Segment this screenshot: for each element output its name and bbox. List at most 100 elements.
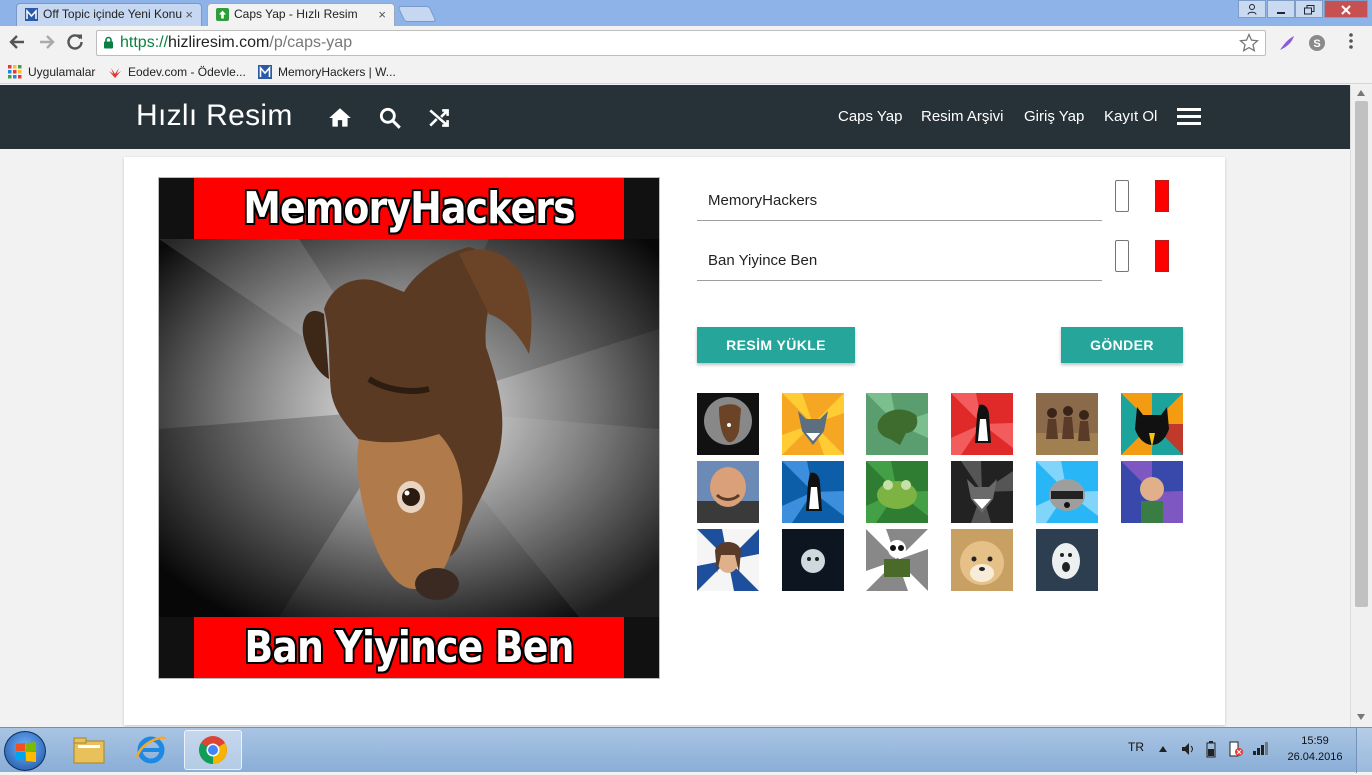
top-text-color-picker[interactable] <box>1115 180 1129 212</box>
close-icon <box>1341 5 1351 15</box>
site-logo[interactable]: Hızlı Resim <box>136 99 293 133</box>
clock-date: 26.04.2016 <box>1287 751 1343 763</box>
more-vert-icon <box>1349 33 1353 49</box>
chrome-menu-icon[interactable] <box>1344 32 1358 50</box>
top-bg-color-picker[interactable] <box>1155 180 1169 212</box>
tab-title: Caps Yap - Hızlı Resim <box>234 7 358 21</box>
action-center-icon[interactable] <box>1228 740 1244 758</box>
depression-dog-image <box>159 239 659 617</box>
memoryhackers-logo-icon <box>258 65 272 79</box>
url-path: /p/caps-yap <box>269 34 353 51</box>
top-text-input[interactable] <box>697 185 1097 215</box>
tab-strip: Off Topic içinde Yeni Konu × Caps Yap - … <box>0 0 1372 26</box>
upload-image-button[interactable]: RESİM YÜKLE <box>697 327 855 363</box>
tray-expand-icon[interactable] <box>1158 745 1168 753</box>
template-good-guy-greg[interactable] <box>697 461 759 523</box>
chrome-icon <box>199 736 227 764</box>
tab-off-topic[interactable]: Off Topic içinde Yeni Konu × <box>16 3 202 26</box>
bottom-text-color-picker[interactable] <box>1115 240 1129 272</box>
folder-icon <box>73 737 105 764</box>
template-business-cat[interactable] <box>1121 393 1183 455</box>
caps-editor-card: MemoryHackers Ban Yiyince Ben RESİM YÜKL… <box>124 157 1225 725</box>
bookmark-eodev[interactable]: Eodev.com - Ödevle... <box>108 64 246 80</box>
tab-caps-yap[interactable]: Caps Yap - Hızlı Resim × <box>207 3 395 26</box>
template-socially-awesome-penguin[interactable] <box>782 461 844 523</box>
bookmark-apps[interactable]: Uygulamalar <box>8 64 95 80</box>
apps-grid-icon <box>8 65 22 79</box>
url-host: hizliresim.com <box>168 34 270 51</box>
taskbar-explorer[interactable] <box>60 730 118 770</box>
start-button[interactable] <box>4 731 46 771</box>
tab-close-icon[interactable]: × <box>185 4 193 25</box>
internet-explorer-icon <box>135 736 167 764</box>
template-confession-raccoon[interactable] <box>1036 461 1098 523</box>
battery-icon[interactable] <box>1206 740 1216 758</box>
template-success-kid[interactable] <box>1121 461 1183 523</box>
template-depression-dog[interactable] <box>697 393 759 455</box>
template-courage-wolf[interactable] <box>782 393 844 455</box>
network-signal-icon[interactable] <box>1252 741 1270 755</box>
template-socially-awkward-penguin[interactable] <box>951 393 1013 455</box>
address-bar[interactable]: https://hizliresim.com/p/caps-yap <box>96 30 1266 56</box>
taskbar-chrome[interactable] <box>184 730 242 770</box>
home-icon[interactable] <box>327 105 353 131</box>
skype-extension-icon[interactable]: S <box>1308 34 1326 52</box>
meme-bottom-text: Ban Yiyince Ben <box>194 617 624 678</box>
meme-preview: MemoryHackers Ban Yiyince Ben <box>158 177 660 679</box>
template-forever-alone[interactable] <box>782 529 844 591</box>
meme-top-text: MemoryHackers <box>194 178 624 239</box>
window-close-button[interactable] <box>1324 0 1368 18</box>
minimize-button[interactable] <box>1267 0 1295 18</box>
template-foul-bachelor-frog[interactable] <box>866 461 928 523</box>
scroll-down-icon[interactable] <box>1356 713 1366 721</box>
reload-icon[interactable] <box>64 32 86 52</box>
send-button[interactable]: GÖNDER <box>1061 327 1183 363</box>
windows-taskbar: TR 15:59 26.04.2016 <box>0 727 1372 773</box>
template-dancing-kids[interactable] <box>1036 393 1098 455</box>
url-scheme: https:// <box>120 34 169 51</box>
forward-icon[interactable] <box>36 32 58 52</box>
bookmark-star-icon[interactable] <box>1239 33 1259 53</box>
template-philosoraptor[interactable] <box>866 393 928 455</box>
bottom-bg-color-picker[interactable] <box>1155 240 1169 272</box>
template-overly-attached-girlfriend[interactable] <box>697 529 759 591</box>
nav-resim-arsivi[interactable]: Resim Arşivi <box>921 108 1004 125</box>
tab-close-icon[interactable]: × <box>378 4 386 25</box>
show-desktop-button[interactable] <box>1356 728 1372 773</box>
svg-text:S: S <box>1313 38 1320 50</box>
bookmark-memoryhackers[interactable]: MemoryHackers | W... <box>258 64 396 80</box>
template-doge[interactable] <box>951 529 1013 591</box>
hamburger-menu-icon[interactable] <box>1177 108 1201 126</box>
nav-giris-yap[interactable]: Giriş Yap <box>1024 108 1084 125</box>
search-icon[interactable] <box>377 105 403 131</box>
shuffle-icon[interactable] <box>427 105 453 131</box>
top-text-field <box>697 179 1102 221</box>
back-icon[interactable] <box>6 32 28 52</box>
bookmarks-bar: Uygulamalar Eodev.com - Ödevle... Memory… <box>0 60 1372 84</box>
system-clock[interactable]: 15:59 26.04.2016 <box>1286 733 1344 765</box>
scroll-up-icon[interactable] <box>1356 89 1366 97</box>
tab-title: Off Topic içinde Yeni Konu <box>43 7 182 21</box>
clock-time: 15:59 <box>1301 735 1329 747</box>
nav-caps-yap[interactable]: Caps Yap <box>838 108 903 125</box>
bottom-text-input[interactable] <box>697 245 1097 275</box>
nav-kayit-ol[interactable]: Kayıt Ol <box>1104 108 1157 125</box>
url-text: https://hizliresim.com/p/caps-yap <box>120 31 352 55</box>
profile-button[interactable] <box>1238 0 1266 18</box>
language-indicator[interactable]: TR <box>1128 740 1144 754</box>
page-scrollbar[interactable] <box>1350 85 1372 727</box>
scrollbar-thumb[interactable] <box>1355 101 1368 607</box>
bookmark-label: MemoryHackers | W... <box>278 65 396 79</box>
page-viewport: Hızlı Resim Caps Yap Resim Arşivi Giriş … <box>0 85 1350 727</box>
template-y-u-no-guy[interactable] <box>1036 529 1098 591</box>
lock-icon <box>104 36 113 49</box>
quill-extension-icon[interactable] <box>1278 34 1296 52</box>
volume-icon[interactable] <box>1180 741 1196 757</box>
template-panda[interactable] <box>866 529 928 591</box>
template-insanity-wolf[interactable] <box>951 461 1013 523</box>
taskbar-internet-explorer[interactable] <box>122 730 180 770</box>
memoryhackers-favicon-icon <box>25 8 38 21</box>
person-icon <box>1247 4 1257 15</box>
new-tab-button[interactable] <box>397 6 437 22</box>
restore-button[interactable] <box>1295 0 1323 18</box>
